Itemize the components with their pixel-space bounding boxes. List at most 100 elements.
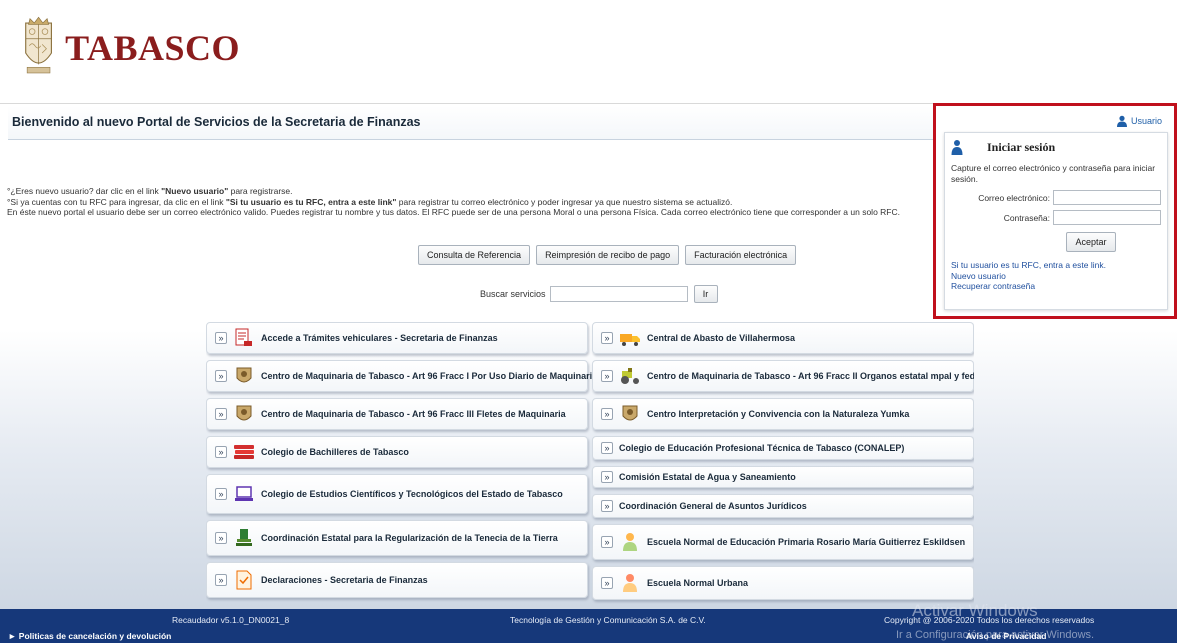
email-field[interactable] (1053, 190, 1161, 205)
login-submit-button[interactable]: Aceptar (1066, 232, 1116, 252)
expand-arrow-icon: » (601, 408, 613, 420)
expand-arrow-icon: » (601, 370, 613, 382)
password-field[interactable] (1053, 210, 1161, 225)
email-row: Correo electrónico: (951, 190, 1161, 205)
new-user-link[interactable]: Nuevo usuario (951, 271, 1161, 282)
service-item[interactable]: » Declaraciones - Secretaria de Finanzas (206, 562, 588, 598)
service-label: Coordinación Estatal para la Regularizac… (261, 533, 558, 543)
declaration-icon (233, 569, 255, 591)
service-item[interactable]: » Colegio de Estudios Científicos y Tecn… (206, 474, 588, 514)
cancel-policy-link[interactable]: ► Politicas de cancelación y devolución (8, 631, 171, 641)
intro-line-2-link-ref: "Si tu usuario es tu RFC, entra a este l… (225, 196, 397, 207)
recover-password-link[interactable]: Recuperar contraseña (951, 281, 1161, 292)
login-header: Iniciar sesión (951, 139, 1161, 155)
service-label: Centro Interpretación y Convivencia con … (647, 409, 910, 419)
login-panel: Iniciar sesión Capture el correo electró… (944, 132, 1168, 310)
service-label: Escuela Normal de Educación Primaria Ros… (647, 537, 966, 547)
search-label: Buscar servicios (480, 289, 546, 299)
password-label: Contraseña: (1003, 212, 1050, 223)
login-submit-wrap: Aceptar (951, 232, 1161, 252)
service-item[interactable]: » Accede a Trámites vehiculares - Secret… (206, 322, 588, 354)
service-item[interactable]: » Centro de Maquinaria de Tabasco - Art … (206, 360, 597, 392)
service-label: Centro de Maquinaria de Tabasco - Art 96… (647, 371, 974, 381)
books-icon (233, 441, 255, 463)
service-item[interactable]: » Coordinación Estatal para la Regulariz… (206, 520, 588, 556)
truck-icon (619, 327, 641, 349)
windows-activation-hint: Ir a Configuración para activar Windows. (896, 629, 1095, 641)
intro-line-1-pre: °¿Eres nuevo usuario? dar clic en el lin… (7, 186, 162, 196)
rfc-login-link[interactable]: Si tu usuario es tu RFC, entra a este li… (951, 260, 1161, 271)
service-label: Coordinación General de Asuntos Jurídico… (619, 501, 807, 511)
facturacion-electronica-button[interactable]: Facturación electrónica (685, 245, 797, 265)
tabasco-seal-icon (233, 365, 255, 387)
expand-arrow-icon: » (601, 442, 613, 454)
expand-arrow-icon: » (215, 408, 227, 420)
intro-line-2-post: para registrar tu correo electrónico y p… (396, 196, 733, 207)
search-input[interactable] (549, 286, 688, 302)
service-item[interactable]: » Colegio de Bachilleres de Tabasco (206, 436, 588, 468)
expand-arrow-icon: » (215, 532, 227, 544)
tabasco-seal-icon (619, 403, 641, 425)
service-item[interactable]: » Centro de Maquinaria de Tabasco - Art … (592, 360, 974, 392)
teacher-icon (619, 572, 641, 594)
expand-arrow-icon: » (215, 370, 227, 382)
service-item[interactable]: » Centro de Maquinaria de Tabasco - Art … (206, 398, 588, 430)
footer-version: Recaudador v5.1.0_DN0021_8 (172, 615, 290, 625)
login-highlight: Iniciar sesión Capture el correo electró… (933, 103, 1177, 319)
login-links: Si tu usuario es tu RFC, entra a este li… (951, 260, 1161, 292)
intro-text: °¿Eres nuevo usuario? dar clic en el lin… (7, 186, 927, 218)
service-item[interactable]: » Coordinación General de Asuntos Jurídi… (592, 494, 974, 518)
expand-arrow-icon: » (601, 471, 613, 483)
services-column-left: » Accede a Trámites vehiculares - Secret… (206, 322, 597, 604)
search-go-button[interactable]: Ir (693, 285, 718, 303)
reimpresion-recibo-button[interactable]: Reimpresión de recibo de pago (536, 245, 680, 265)
expand-arrow-icon: » (215, 574, 227, 586)
expand-arrow-icon: » (601, 332, 613, 344)
service-item[interactable]: » Centro Interpretación y Convivencia co… (592, 398, 974, 430)
service-label: Colegio de Estudios Científicos y Tecnol… (261, 489, 563, 499)
tractor-icon (619, 365, 641, 387)
intro-line-3: En éste nuevo portal el usuario debe ser… (7, 207, 900, 217)
service-label: Accede a Trámites vehiculares - Secretar… (261, 333, 498, 343)
expand-arrow-icon: » (601, 577, 613, 589)
service-label: Centro de Maquinaria de Tabasco - Art 96… (261, 409, 566, 419)
teacher-icon (619, 531, 641, 553)
windows-activation-watermark: Activar Windows (912, 601, 1038, 620)
tabasco-seal-icon (25, 16, 52, 74)
page-title: Bienvenido al nuevo Portal de Servicios … (12, 115, 421, 129)
footer-company: Tecnología de Gestión y Comunicación S.A… (510, 615, 706, 625)
welcome-bar: Bienvenido al nuevo Portal de Servicios … (8, 106, 934, 140)
service-search: Buscar servicios Ir (480, 285, 718, 303)
service-item[interactable]: » Comisión Estatal de Agua y Saneamiento (592, 466, 974, 488)
service-label: Central de Abasto de Villahermosa (647, 333, 796, 343)
logo[interactable]: TABASCO (20, 2, 240, 94)
service-item[interactable]: » Central de Abasto de Villahermosa (592, 322, 974, 354)
vehicle-form-icon (233, 327, 255, 349)
password-row: Contraseña: (951, 210, 1161, 225)
intro-line-2: °Si ya cuentas con tu RFC para ingresar,… (7, 197, 927, 208)
user-icon (951, 140, 963, 155)
land-icon (233, 527, 255, 549)
service-item[interactable]: » Colegio de Educación Profesional Técni… (592, 436, 974, 460)
login-title: Iniciar sesión (987, 139, 1056, 154)
footer: Recaudador v5.1.0_DN0021_8 Tecnología de… (0, 601, 1177, 643)
service-item[interactable]: » Escuela Normal de Educación Primaria R… (592, 524, 974, 560)
intro-line-1-post: para registrarse. (228, 186, 293, 196)
services-column-right: » Central de Abasto de Villahermosa » Ce… (592, 322, 974, 606)
services-grid: » Accede a Trámites vehiculares - Secret… (206, 322, 974, 608)
expand-arrow-icon: » (215, 446, 227, 458)
tabasco-seal-icon (233, 403, 255, 425)
intro-line-1: °¿Eres nuevo usuario? dar clic en el lin… (7, 186, 927, 197)
login-description: Capture el correo electrónico y contrase… (951, 163, 1156, 184)
service-label: Declaraciones - Secretaria de Finanzas (261, 575, 428, 585)
expand-arrow-icon: » (215, 488, 227, 500)
consulta-referencia-button[interactable]: Consulta de Referencia (418, 245, 531, 265)
service-label: Comisión Estatal de Agua y Saneamiento (619, 472, 796, 482)
expand-arrow-icon: » (601, 500, 613, 512)
laptop-icon (233, 483, 255, 505)
intro-line-1-link-ref: "Nuevo usuario" (161, 186, 229, 196)
service-label: Escuela Normal Urbana (647, 578, 749, 588)
email-label: Correo electrónico: (978, 192, 1050, 203)
service-item[interactable]: » Escuela Normal Urbana (592, 566, 974, 600)
service-label: Centro de Maquinaria de Tabasco - Art 96… (261, 371, 598, 381)
